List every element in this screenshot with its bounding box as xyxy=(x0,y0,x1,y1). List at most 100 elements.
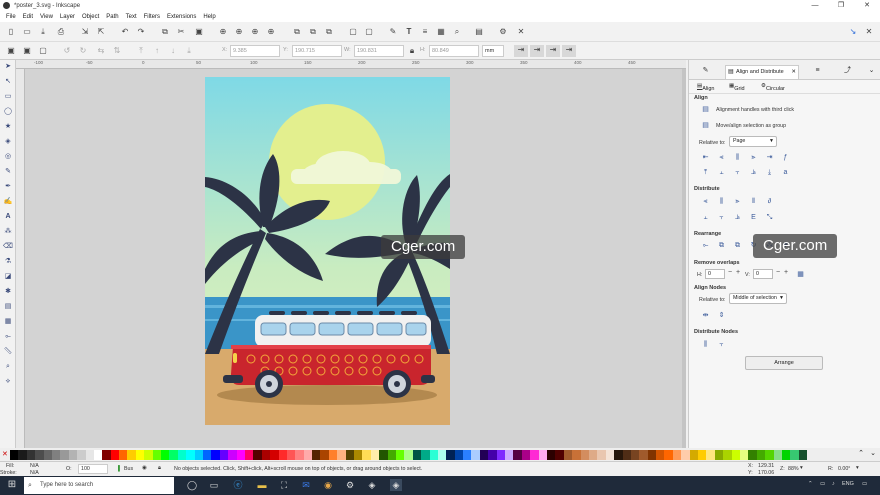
color-swatch[interactable] xyxy=(77,449,86,460)
layer-visible-icon[interactable]: ▌ xyxy=(118,466,122,472)
maximize-button[interactable]: ❐ xyxy=(828,0,854,11)
panel-menu-icon[interactable]: ⌄ xyxy=(867,66,876,75)
fill-stroke-icon[interactable]: ✎ xyxy=(388,27,398,37)
color-swatch[interactable] xyxy=(689,449,699,460)
color-swatch[interactable] xyxy=(547,449,556,460)
chrome-icon[interactable]: ◉ xyxy=(322,479,334,491)
color-swatch[interactable] xyxy=(471,449,480,460)
mail-icon[interactable]: ✉ xyxy=(300,479,312,491)
color-swatch[interactable] xyxy=(395,449,405,460)
color-swatch[interactable] xyxy=(18,449,27,460)
3d-box-tool-icon[interactable]: ◈ xyxy=(3,137,13,147)
color-swatch[interactable] xyxy=(177,449,187,460)
file-explorer-icon[interactable]: ▬ xyxy=(256,479,268,491)
copy-icon[interactable]: ⧉ xyxy=(160,27,170,37)
color-swatch[interactable] xyxy=(698,449,707,460)
layers-icon[interactable]: ≡ xyxy=(420,27,430,37)
color-swatch[interactable] xyxy=(588,449,598,460)
color-swatch[interactable] xyxy=(312,449,321,460)
close-button[interactable]: ✕ xyxy=(854,0,880,11)
inkscape-active-icon[interactable]: ◈ xyxy=(390,479,402,491)
distribute-left-icon[interactable]: ⫷ xyxy=(701,197,710,206)
dropper-tool-icon[interactable]: ⚗ xyxy=(3,257,13,267)
lower-icon[interactable]: ↓ xyxy=(168,46,178,56)
color-swatch[interactable] xyxy=(295,449,304,460)
w-input[interactable]: 190.831 xyxy=(354,45,404,57)
menu-edit[interactable]: Edit xyxy=(23,14,33,20)
exchange-positions-icon[interactable]: ⧉ xyxy=(717,241,726,250)
v-gap-input[interactable]: 0 xyxy=(753,269,773,279)
color-swatch[interactable] xyxy=(119,449,128,460)
color-swatch[interactable] xyxy=(93,449,103,460)
ellipse-tool-icon[interactable]: ◯ xyxy=(3,107,13,117)
deselect-icon[interactable]: ▢ xyxy=(38,46,48,56)
network-icon[interactable]: ▭ xyxy=(820,481,825,487)
center-vertical-axis-icon[interactable]: ⫼ xyxy=(733,153,742,162)
align-top-to-bottom-icon[interactable]: ⤓ xyxy=(765,168,774,177)
color-swatch[interactable] xyxy=(429,449,438,460)
taskview-multitask-icon[interactable]: ▭ xyxy=(208,479,220,491)
xml-editor-icon[interactable]: ▦ xyxy=(436,27,446,37)
distribute-gaps-v-icon[interactable]: Ε xyxy=(749,213,758,222)
edge-browser-icon[interactable]: ⓔ xyxy=(232,479,244,491)
option-third-click[interactable]: Alignment handles with third click xyxy=(716,107,794,113)
menu-file[interactable]: File xyxy=(6,14,16,20)
color-swatch[interactable] xyxy=(513,449,522,460)
color-swatch[interactable] xyxy=(647,449,657,460)
duplicate-icon[interactable]: ⧉ xyxy=(292,27,302,37)
color-swatch[interactable] xyxy=(10,449,19,460)
minimize-button[interactable]: — xyxy=(802,0,828,11)
rearrange-graph-icon[interactable]: ⟜ xyxy=(701,241,710,250)
zoom-value[interactable]: 88% xyxy=(788,466,799,472)
color-swatch[interactable] xyxy=(479,449,489,460)
color-swatch[interactable] xyxy=(320,449,329,460)
palette-scroll-up-icon[interactable]: ⌃ xyxy=(858,449,864,457)
distribute-right-icon[interactable]: ⫸ xyxy=(733,197,742,206)
raise-icon[interactable]: ↑ xyxy=(152,46,162,56)
move-patterns-icon[interactable]: ⇥ xyxy=(562,45,576,57)
color-swatch[interactable] xyxy=(135,449,145,460)
color-swatch[interactable] xyxy=(538,449,547,460)
node-tool-icon[interactable]: ↖ xyxy=(3,77,13,87)
language-indicator[interactable]: ENG xyxy=(842,481,854,487)
color-swatch[interactable] xyxy=(68,449,78,460)
volume-icon[interactable]: ♪ xyxy=(832,481,835,487)
color-swatch[interactable] xyxy=(714,449,724,460)
color-swatch[interactable] xyxy=(563,449,573,460)
color-swatch[interactable] xyxy=(228,449,237,460)
unlink-clone-icon[interactable]: ⧉ xyxy=(324,27,334,37)
color-swatch[interactable] xyxy=(521,449,531,460)
color-swatch[interactable] xyxy=(790,449,799,460)
color-swatch[interactable] xyxy=(379,449,388,460)
color-swatch[interactable] xyxy=(286,449,296,460)
third-click-icon[interactable]: ▤ xyxy=(701,105,710,114)
color-swatch[interactable] xyxy=(345,449,355,460)
distribute-gaps-h-icon[interactable]: ⫴ xyxy=(749,197,758,206)
color-swatch[interactable] xyxy=(412,449,422,460)
color-swatch[interactable] xyxy=(496,449,506,460)
color-swatch[interactable] xyxy=(681,449,690,460)
calligraphy-tool-icon[interactable]: ✍ xyxy=(3,197,13,207)
distribute-centers-h-icon[interactable]: ⫼ xyxy=(717,197,726,206)
menu-view[interactable]: View xyxy=(40,14,53,20)
relative-to-select[interactable]: Page ▼ xyxy=(729,136,777,147)
ungroup-icon[interactable]: ▢ xyxy=(364,27,374,37)
v-gap-plus-icon[interactable]: + xyxy=(784,269,788,276)
inkscape-task-icon[interactable]: ◈ xyxy=(366,479,378,491)
clone-icon[interactable]: ⧉ xyxy=(308,27,318,37)
color-swatch[interactable] xyxy=(202,449,212,460)
spiral-tool-icon[interactable]: ◎ xyxy=(3,152,13,162)
color-swatch[interactable] xyxy=(798,449,808,460)
snap-toggle-icon[interactable]: ↘ xyxy=(848,27,858,37)
color-swatch[interactable] xyxy=(488,449,497,460)
align-bottom-edges-icon[interactable]: ⫡ xyxy=(749,168,758,177)
zoom-width-icon[interactable]: ⊕ xyxy=(266,27,276,37)
find-icon[interactable]: ⌕ xyxy=(452,27,462,37)
store-icon[interactable]: ⛶ xyxy=(278,479,290,491)
subtab-grid[interactable]: ▦ Grid xyxy=(729,83,745,92)
color-swatch[interactable] xyxy=(614,449,623,460)
eye-icon[interactable]: ◉ xyxy=(142,465,147,471)
distribute-baseline-v-icon[interactable]: ⤡ xyxy=(765,213,774,222)
undo-icon[interactable]: ↶ xyxy=(120,27,130,37)
color-swatch[interactable] xyxy=(278,449,287,460)
